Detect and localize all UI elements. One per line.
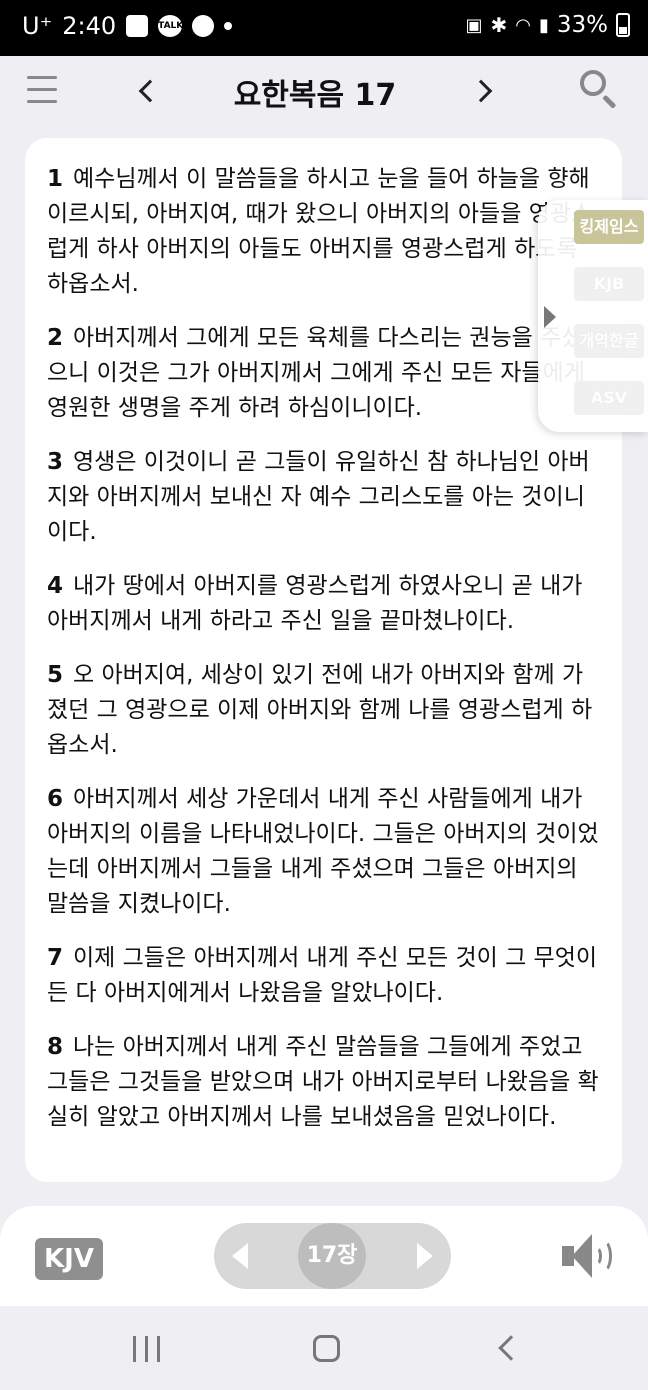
verse-text: 이제 그들은 아버지께서 내게 주신 모든 것이 그 무엇이든 다 아버지에게서… (47, 945, 598, 1006)
battery-icon (616, 13, 630, 37)
status-bar: U⁺ 2:40 TALK ▣ ✱ ◠ ▮ 33% (0, 0, 648, 56)
top-navigation: 요한복음 17 (0, 56, 648, 134)
previous-chapter-button[interactable] (127, 68, 167, 112)
version-badge-button[interactable]: KJV (35, 1238, 103, 1280)
bottom-control-bar: KJV 17장 (0, 1206, 648, 1306)
verse-item[interactable]: 6 아버지께서 세상 가운데서 내게 주신 사람들에게 내가 아버지의 이름을 나… (47, 782, 600, 922)
next-chapter-button[interactable] (464, 68, 504, 112)
verse-text: 아버지께서 세상 가운데서 내게 주신 사람들에게 내가 아버지의 이름을 나타… (47, 786, 599, 917)
verse-text: 영생은 이것이니 곧 그들이 유일하신 참 하나님인 아버지와 아버지께서 보내… (47, 449, 590, 545)
verse-item[interactable]: 1 예수님께서 이 말씀들을 하시고 눈을 들어 하늘을 향해 이르시되, 아버지… (47, 162, 600, 302)
verse-number: 4 (47, 573, 64, 599)
verse-text: 예수님께서 이 말씀들을 하시고 눈을 들어 하늘을 향해 이르시되, 아버지여… (47, 166, 593, 297)
verse-number: 2 (47, 325, 64, 351)
kakaotalk-notification-icon: TALK (158, 15, 183, 37)
next-chapter-triangle-icon[interactable] (417, 1243, 433, 1269)
nfc-icon: ▣ (465, 14, 483, 36)
collapse-panel-arrow-icon[interactable] (544, 306, 556, 328)
status-time: 2:40 (62, 12, 117, 40)
bluetooth-icon: ✱ (490, 13, 508, 37)
more-notifications-dot-icon (224, 22, 233, 30)
status-left: U⁺ 2:40 TALK (22, 12, 233, 40)
search-icon[interactable] (578, 68, 620, 110)
verse-item[interactable]: 2 아버지께서 그에게 모든 육체를 다스리는 권능을 주셨으니 이것은 그가 아… (47, 321, 600, 426)
home-icon[interactable] (313, 1335, 340, 1362)
menu-icon[interactable] (27, 76, 57, 104)
verse-item[interactable]: 4 내가 땅에서 아버지를 영광스럽게 하였사오니 곧 내가 아버지께서 내게 하… (47, 569, 600, 639)
status-right: ▣ ✱ ◠ ▮ 33% (465, 12, 630, 38)
verse-list: 1 예수님께서 이 말씀들을 하시고 눈을 들어 하늘을 향해 이르시되, 아버지… (25, 138, 622, 1135)
verse-number: 6 (47, 786, 64, 812)
wifi-icon: ◠ (515, 14, 531, 36)
signal-icon: ▮ (538, 14, 549, 36)
version-button-asv[interactable]: ASV (574, 381, 644, 415)
verse-item[interactable]: 7 이제 그들은 아버지께서 내게 주신 모든 것이 그 무엇이든 다 아버지에게… (47, 941, 600, 1011)
verse-number: 1 (47, 166, 64, 192)
verse-number: 3 (47, 449, 64, 475)
chrome-notification-icon (192, 15, 215, 37)
verse-number: 7 (47, 945, 64, 971)
battery-percent: 33% (556, 12, 608, 38)
version-side-panel: 킹제임스 KJB 개역한글 ASV (538, 200, 648, 432)
version-button-krv[interactable]: 개역한글 (574, 324, 644, 358)
gallery-notification-icon (126, 15, 149, 37)
carrier-label: U⁺ (22, 12, 53, 40)
scripture-card[interactable]: 1 예수님께서 이 말씀들을 하시고 눈을 들어 하늘을 향해 이르시되, 아버지… (25, 138, 622, 1182)
verse-text: 오 아버지여, 세상이 있기 전에 내가 아버지와 함께 가졌던 그 영광으로 … (47, 662, 593, 758)
recent-apps-icon[interactable] (133, 1336, 161, 1362)
system-navigation-bar (0, 1306, 648, 1390)
prev-chapter-triangle-icon[interactable] (232, 1243, 248, 1269)
chapter-navigator: 17장 (214, 1223, 451, 1289)
chevron-left-icon (138, 79, 162, 103)
back-icon[interactable] (498, 1335, 524, 1361)
chapter-selector-button[interactable]: 17장 (298, 1223, 366, 1289)
chevron-right-icon (469, 79, 493, 103)
verse-item[interactable]: 8 나는 아버지께서 내게 주신 말씀들을 그들에게 주었고 그들은 그것들을 받… (47, 1030, 600, 1135)
verse-number: 5 (47, 662, 64, 688)
page-title[interactable]: 요한복음 17 (180, 70, 450, 114)
verse-number: 8 (47, 1034, 64, 1060)
version-button-kjb[interactable]: KJB (574, 267, 644, 301)
verse-item[interactable]: 3 영생은 이것이니 곧 그들이 유일하신 참 하나님인 아버지와 아버지께서 보… (47, 445, 600, 550)
verse-item[interactable]: 5오 아버지여, 세상이 있기 전에 내가 아버지와 함께 가졌던 그 영광으로… (47, 658, 600, 763)
speaker-icon[interactable] (560, 1230, 620, 1282)
version-button-kingjames[interactable]: 킹제임스 (574, 210, 644, 244)
verse-text: 내가 땅에서 아버지를 영광스럽게 하였사오니 곧 내가 아버지께서 내게 하라… (47, 573, 583, 634)
verse-text: 아버지께서 그에게 모든 육체를 다스리는 권능을 주셨으니 이것은 그가 아버… (47, 325, 585, 421)
verse-text: 나는 아버지께서 내게 주신 말씀들을 그들에게 주었고 그들은 그것들을 받았… (47, 1034, 599, 1130)
